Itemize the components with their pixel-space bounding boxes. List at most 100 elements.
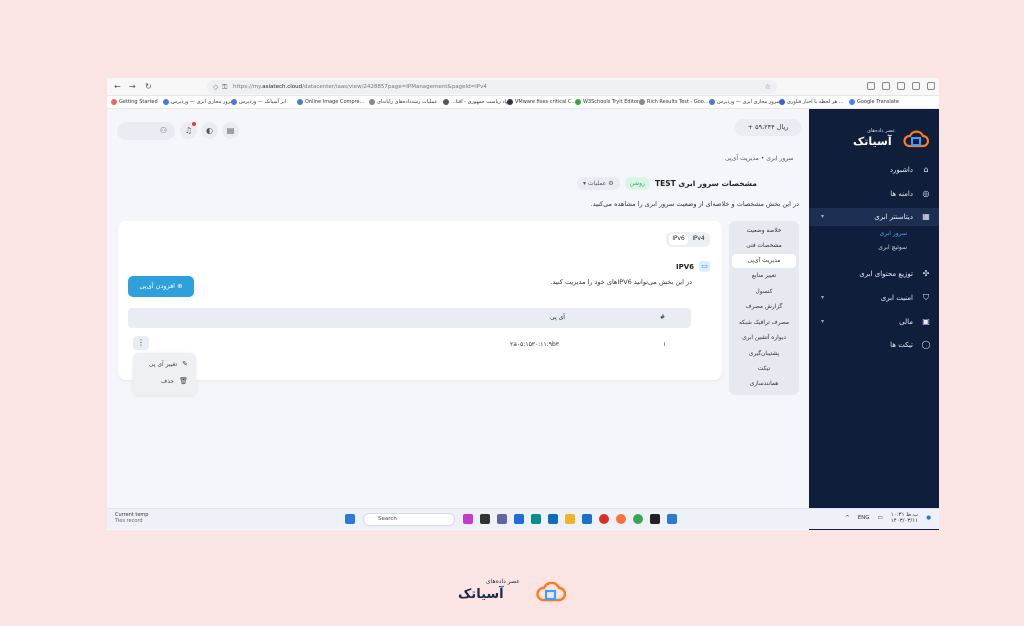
puzzle-icon[interactable] xyxy=(912,82,920,90)
tab-summary[interactable]: خلاصه وضعیت xyxy=(732,224,796,238)
support-button[interactable]: ◐ xyxy=(201,122,218,139)
bookmark[interactable]: Online Image Compre... xyxy=(297,99,364,105)
tab-firewall[interactable]: دیواره آتشین ابری xyxy=(732,331,796,345)
operations-dropdown[interactable]: ⚙ عملیات ▾ xyxy=(577,177,620,190)
bookmark[interactable]: عملیات رشدداده‌های رایانه‌ای xyxy=(369,99,437,105)
trash-icon: 🗑 xyxy=(179,377,188,385)
bookmark-label: ابر آسیاتک — وردپرس xyxy=(239,99,287,105)
chrome-icon[interactable] xyxy=(633,514,643,524)
bookmark[interactable]: W3Schools Tryit Editor xyxy=(575,99,639,105)
chevron-up-icon[interactable]: ^ xyxy=(845,515,850,521)
bookmark[interactable]: سرور مجازی ابری — وردپرس xyxy=(163,99,235,105)
teams-icon[interactable] xyxy=(497,514,507,524)
account-icon[interactable] xyxy=(882,82,890,90)
row-actions-button[interactable]: ⋮ xyxy=(133,336,149,350)
tab-backup[interactable]: پشتیبان‌گیری xyxy=(732,347,796,361)
site-icon xyxy=(639,99,645,105)
server-button[interactable]: ▤ xyxy=(222,122,239,139)
sidebar-item-finance[interactable]: ▾ مالی ▣ xyxy=(809,313,939,331)
app-icon[interactable] xyxy=(514,514,524,524)
settings-icon: ⚙ xyxy=(608,180,614,187)
terminal-icon[interactable] xyxy=(650,514,660,524)
bookmark[interactable]: VMware fixes critical C... xyxy=(507,99,576,105)
forward-icon[interactable]: → xyxy=(129,82,136,91)
tab-network-traffic[interactable]: مصرف ترافیک شبکه xyxy=(732,316,796,330)
sidebar-item-cloud-datacenter[interactable]: ▾ دیتاسنتر ابری ▦ xyxy=(809,208,939,226)
bookmark[interactable]: هر لحظه با اخبار فناوری ... xyxy=(779,99,844,105)
mail-icon[interactable] xyxy=(582,514,592,524)
tab-console[interactable]: کنسول xyxy=(732,285,796,299)
clock[interactable]: ۱۰:۳۱ ب.ظ ۱۴۰۳/۰۳/۱۱ xyxy=(891,512,918,524)
sidebar-item-dashboard[interactable]: داشبورد ⌂ xyxy=(809,161,939,179)
sidebar: عصر داده‌های آسیاتک داشبورد ⌂ دامنه ها ◎ ▾… xyxy=(809,109,939,530)
tab-resize[interactable]: تغییر منابع xyxy=(732,269,796,283)
balance-badge[interactable]: + ۵۹،۲۴۴ ریال xyxy=(735,119,801,136)
section-description: در این بخش می‌توانید IPV6‌های خود را مدی… xyxy=(550,278,692,286)
sidebar-subitem-cloud-server[interactable]: سرور ابری xyxy=(880,230,907,237)
edit-ip-item[interactable]: تغییر آی پی ✎ xyxy=(149,360,188,368)
profile-button[interactable]: ⚇ xyxy=(117,122,175,140)
bookmark-label: Getting Started xyxy=(119,99,158,105)
logo: عصر داده‌های آسیاتک xyxy=(849,127,929,151)
menu-icon[interactable] xyxy=(927,82,935,90)
back-icon[interactable]: ← xyxy=(114,82,121,91)
column-ip: آی پی xyxy=(550,314,565,321)
ipv4-toggle[interactable]: IPv4 xyxy=(689,234,708,245)
taskbar-search[interactable]: Search xyxy=(363,513,455,526)
plus-circle-icon: ⊕ xyxy=(177,282,183,290)
sidebar-item-cdn[interactable]: توزیع محتوای ابری ✣ xyxy=(809,265,939,283)
operations-label: عملیات xyxy=(587,180,607,187)
edge-icon[interactable] xyxy=(531,514,541,524)
sidebar-item-label: مالی xyxy=(899,318,913,326)
folder-icon[interactable] xyxy=(565,514,575,524)
weather-widget[interactable]: Current temp Ties record xyxy=(115,512,148,524)
app-icon[interactable] xyxy=(480,514,490,524)
tab-usage-report[interactable]: گزارش مصرف xyxy=(732,300,796,314)
add-ip-button[interactable]: افزودن آی‌پی ⊕ xyxy=(128,276,194,297)
notification-icon[interactable]: ● xyxy=(926,515,931,521)
bookmark[interactable]: Rich Results Test - Goo... xyxy=(639,99,709,105)
network-icon[interactable]: ▭ xyxy=(878,515,883,521)
tab-replication[interactable]: همانندسازی xyxy=(732,377,796,391)
app-icon[interactable] xyxy=(667,514,677,524)
reload-icon[interactable]: ↻ xyxy=(145,82,152,91)
pocket-icon[interactable] xyxy=(867,82,875,90)
site-icon xyxy=(297,99,303,105)
star-icon[interactable]: ☆ xyxy=(765,80,771,94)
tab-specs[interactable]: مشخصات فنی xyxy=(732,239,796,253)
section-header: IPV6 ▭ xyxy=(676,261,710,272)
language-indicator[interactable]: ENG xyxy=(858,515,870,521)
sidebar-item-domains[interactable]: دامنه ها ◎ xyxy=(809,185,939,203)
bookmark[interactable]: سرور مجازی ابری — وردپرس xyxy=(709,99,781,105)
edit-icon: ✎ xyxy=(182,360,188,368)
bell-icon: ♫ xyxy=(184,126,193,135)
url-path: /datacenter/iaas/view/2428857page=IPMana… xyxy=(302,84,487,90)
firefox-icon[interactable] xyxy=(616,514,626,524)
site-icon xyxy=(779,99,785,105)
column-index: # xyxy=(659,314,665,321)
notifications-button[interactable]: ♫ xyxy=(180,122,197,139)
app-icon[interactable] xyxy=(463,514,473,524)
bookmark[interactable]: ...نهاد ریاست جمهوری - اقتا xyxy=(443,99,510,105)
chevron-down-icon: ▾ xyxy=(821,294,825,301)
bookmark[interactable]: Google Translate xyxy=(849,99,899,105)
tab-ticket[interactable]: تیکت xyxy=(732,362,796,376)
start-icon[interactable] xyxy=(345,514,355,524)
sidebar-subitem-cloud-switch[interactable]: سوئیچ ابری xyxy=(878,244,907,251)
app-icon[interactable] xyxy=(599,514,609,524)
sidebar-item-tickets[interactable]: تیکت ها ◯ xyxy=(809,336,939,354)
url-prefix: https://my. xyxy=(233,84,263,90)
address-bar[interactable]: ◇ ⚿ https://my.asiatech.cloud/datacenter… xyxy=(207,80,777,94)
delete-ip-item[interactable]: حذف 🗑 xyxy=(161,377,188,385)
bookmark[interactable]: ابر آسیاتک — وردپرس xyxy=(231,99,286,105)
tab-ip-management[interactable]: مدیریت آی‌پی xyxy=(732,254,796,268)
ipv6-toggle[interactable]: IPv6 xyxy=(669,234,688,245)
extension-icon[interactable] xyxy=(897,82,905,90)
sidebar-item-label: دامنه ها xyxy=(890,190,913,198)
sidebar-item-label: داشبورد xyxy=(889,166,913,174)
cloud-logo-icon xyxy=(536,581,566,602)
footer-logo: عصر داده‌های آسیاتک xyxy=(458,578,566,606)
outlook-icon[interactable] xyxy=(548,514,558,524)
bookmark[interactable]: Getting Started xyxy=(111,99,158,105)
sidebar-item-cloud-security[interactable]: ▾ امنیت ابری ⛉ xyxy=(809,289,939,307)
